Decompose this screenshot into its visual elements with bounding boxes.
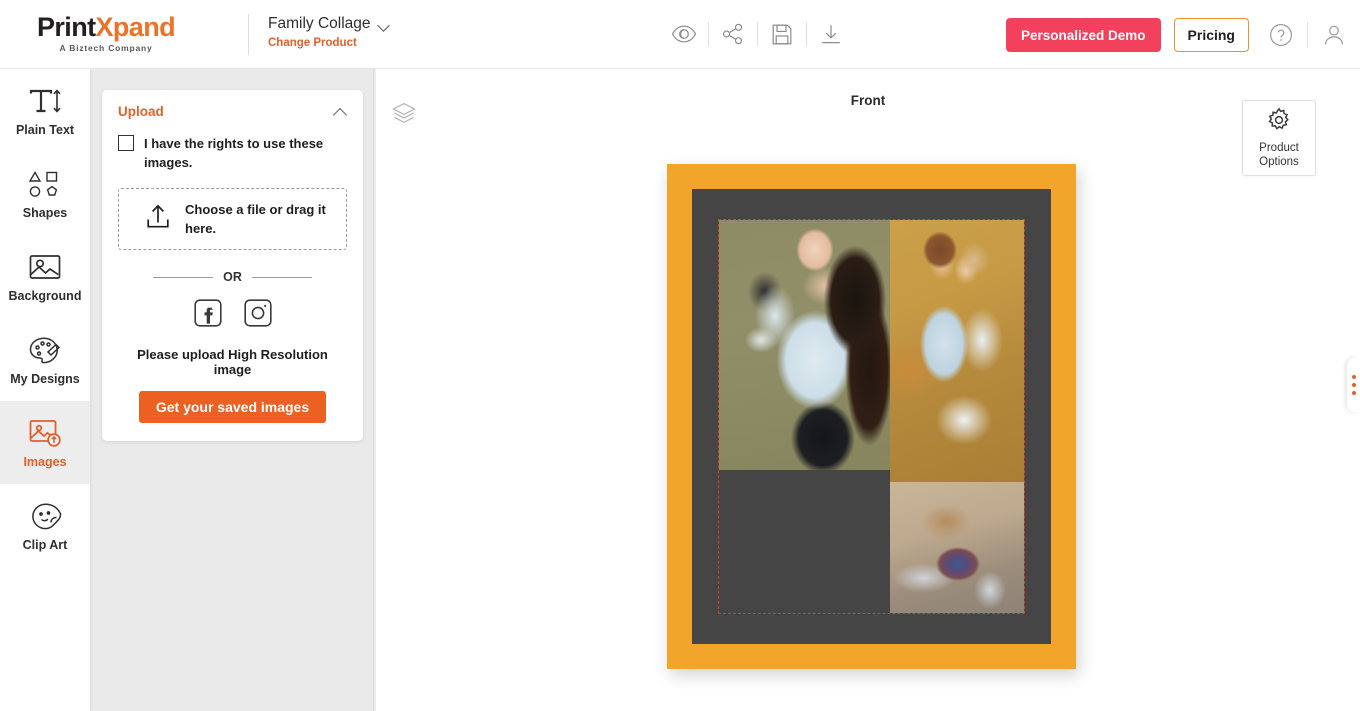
divider-line <box>251 276 312 278</box>
tool-panel-area: Upload I have the rights to use these im… <box>90 69 375 711</box>
photo-image <box>719 220 890 470</box>
canvas-side-label: Front <box>850 93 886 108</box>
sidebar-label: Clip Art <box>22 538 68 552</box>
upload-arrow-icon <box>145 203 171 236</box>
shapes-icon <box>26 167 64 201</box>
sidebar-label: Background <box>8 289 82 303</box>
background-icon <box>28 250 62 284</box>
frame-mat <box>692 189 1051 644</box>
sidebar-label: Shapes <box>22 206 68 220</box>
photo-mother-and-baby[interactable] <box>719 220 890 470</box>
or-divider: OR <box>118 270 347 284</box>
logo[interactable]: PrintXpand A Biztech Company <box>16 12 196 58</box>
dropzone-label: Choose a file or drag it here. <box>185 202 326 236</box>
product-title-dropdown[interactable]: Family Collage <box>268 14 390 34</box>
sidebar-item-plain-text[interactable]: Plain Text <box>0 69 90 152</box>
product-frame[interactable] <box>667 164 1076 669</box>
personalized-demo-button[interactable]: Personalized Demo <box>1005 18 1161 52</box>
sidebar-item-shapes[interactable]: Shapes <box>0 152 90 235</box>
product-options-label: Product Options <box>1259 142 1299 168</box>
product-title: Family Collage <box>268 15 371 32</box>
header-actions: Personalized Demo Pricing <box>1005 14 1346 56</box>
print-area-boundary[interactable] <box>718 219 1025 614</box>
save-icon[interactable] <box>758 14 806 54</box>
download-icon[interactable] <box>807 14 855 54</box>
sidebar-item-background[interactable]: Background <box>0 235 90 318</box>
design-canvas-area: Product Options Front <box>376 69 1360 711</box>
handle-dot <box>1351 383 1356 387</box>
sidebar-label: Plain Text <box>15 123 75 137</box>
panel-drag-handle[interactable] <box>1347 358 1360 412</box>
instagram-icon[interactable] <box>243 298 273 328</box>
sidebar-label: Images <box>23 455 67 469</box>
sidebar-item-images[interactable]: Images <box>0 401 90 484</box>
logo-text-xpand: Xpand <box>95 12 176 42</box>
help-icon[interactable] <box>1269 23 1293 47</box>
upload-panel-title: Upload <box>118 104 164 119</box>
user-account-icon[interactable] <box>1322 23 1346 47</box>
logo-text-print: Print <box>36 12 96 42</box>
upload-panel-header[interactable]: Upload <box>118 104 347 119</box>
high-resolution-note: Please upload High Resolution image <box>137 347 328 377</box>
palette-icon <box>27 333 63 367</box>
facebook-icon[interactable] <box>193 298 223 328</box>
photo-child-bandana[interactable] <box>890 482 1024 613</box>
sidebar-item-clip-art[interactable]: Clip Art <box>0 484 90 567</box>
handle-dot <box>1351 391 1356 395</box>
social-import-row <box>118 298 347 328</box>
or-label: OR <box>223 270 242 284</box>
chevron-up-icon[interactable] <box>333 107 347 116</box>
photo-family-selfie[interactable] <box>719 470 890 613</box>
rights-label[interactable]: I have the rights to use these images. <box>144 134 347 172</box>
photo-image <box>719 470 890 613</box>
preview-icon[interactable] <box>660 14 708 54</box>
get-saved-images-button[interactable]: Get your saved images <box>138 391 327 423</box>
file-dropzone[interactable]: Choose a file or drag it here. <box>118 188 347 250</box>
text-icon <box>27 84 63 118</box>
photo-image <box>890 482 1024 613</box>
divider-line <box>153 276 214 278</box>
logo-tagline: A Biztech Company <box>59 43 153 53</box>
change-product-link[interactable]: Change Product <box>268 37 390 49</box>
clipart-icon <box>28 499 62 533</box>
product-selector: Family Collage Change Product <box>268 14 390 49</box>
header-toolbar <box>660 14 855 54</box>
header-divider <box>248 14 249 55</box>
pricing-button[interactable]: Pricing <box>1173 18 1249 52</box>
sidebar-label: My Designs <box>10 372 80 386</box>
header-divider <box>1307 22 1308 48</box>
rights-checkbox[interactable] <box>118 135 134 151</box>
image-upload-icon <box>28 416 62 450</box>
photo-couple-embrace[interactable] <box>890 220 1024 482</box>
share-icon[interactable] <box>709 14 757 54</box>
logo-wordmark: PrintXpand <box>36 12 176 42</box>
chevron-down-icon <box>379 21 390 28</box>
photo-image <box>890 220 1024 482</box>
app-header: PrintXpand A Biztech Company Family Coll… <box>0 0 1360 69</box>
sidebar-item-my-designs[interactable]: My Designs <box>0 318 90 401</box>
handle-dot <box>1351 375 1356 379</box>
product-options-button[interactable]: Product Options <box>1242 100 1316 176</box>
rights-consent-row: I have the rights to use these images. <box>118 134 347 172</box>
panel-resize-edge[interactable] <box>373 69 376 711</box>
upload-panel: Upload I have the rights to use these im… <box>102 90 363 441</box>
left-sidebar: Plain Text Shapes Background My Designs … <box>0 69 90 711</box>
gear-icon <box>1266 107 1292 138</box>
